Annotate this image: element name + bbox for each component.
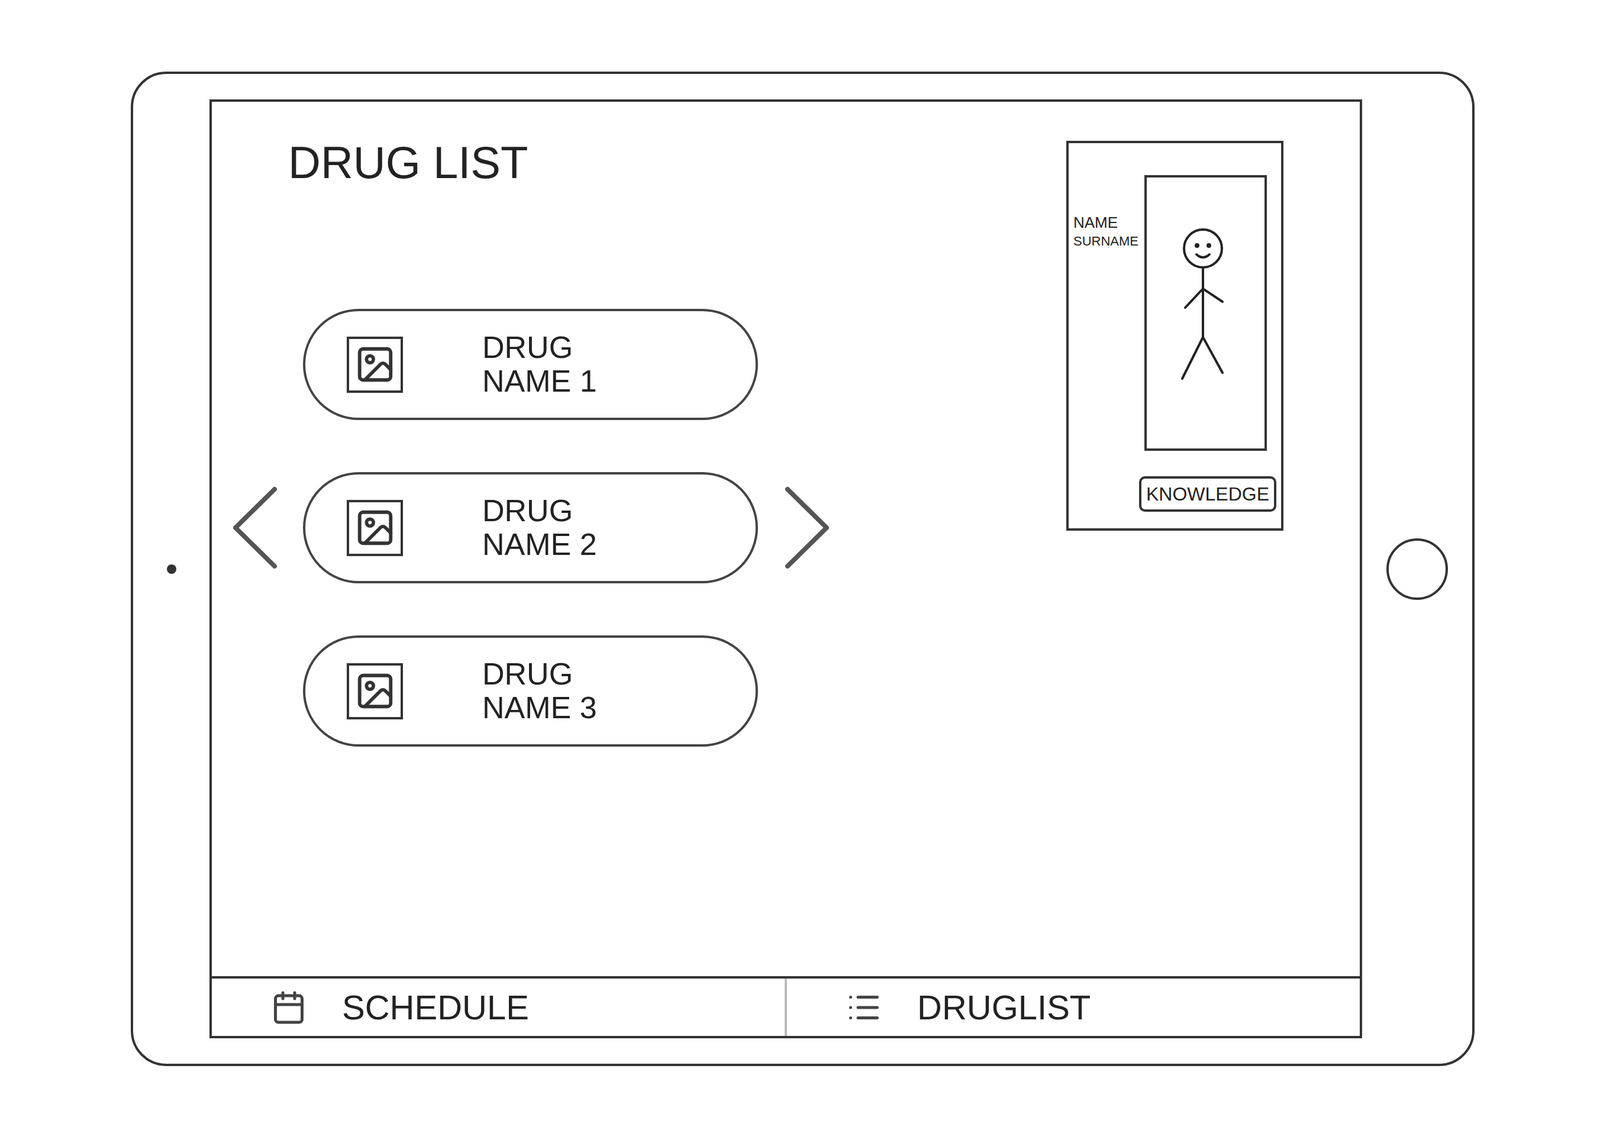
knowledge-button[interactable]: KNOWLEDGE xyxy=(1139,476,1277,512)
camera-area xyxy=(133,564,210,574)
drug-carousel: DRUGNAME 1DRUGNAME 2DRUGNAME 3 xyxy=(229,308,833,747)
first-name: NAME xyxy=(1073,213,1145,234)
drug-name-line: NAME 3 xyxy=(482,691,598,725)
drug-image-icon xyxy=(346,663,403,720)
drug-name: DRUGNAME 3 xyxy=(482,657,598,725)
drug-name-line: NAME 1 xyxy=(482,364,598,399)
profile-name: NAMESURNAME xyxy=(1073,147,1145,477)
tab-label: SCHEDULE xyxy=(342,990,529,1025)
surname: SURNAME xyxy=(1073,233,1145,251)
calendar-icon xyxy=(271,989,307,1026)
avatar-frame xyxy=(1144,175,1267,451)
drug-name-line: DRUG xyxy=(482,330,598,365)
tab-item[interactable]: DRUGLIST xyxy=(784,978,1360,1037)
tab-label: DRUGLIST xyxy=(917,990,1091,1025)
profile-card: NAMESURNAMEKNOWLEDGE xyxy=(1066,140,1284,531)
tablet-frame: DRUG LISTDRUGNAME 1DRUGNAME 2DRUGNAME 3N… xyxy=(130,71,1475,1067)
profile-body: NAMESURNAME xyxy=(1073,147,1277,477)
main-area: DRUG LISTDRUGNAME 1DRUGNAME 2DRUGNAME 3N… xyxy=(211,101,1360,977)
screen: DRUG LISTDRUGNAME 1DRUGNAME 2DRUGNAME 3N… xyxy=(209,99,1363,1039)
drug-image-icon xyxy=(346,500,403,557)
list-icon xyxy=(846,989,882,1026)
home-area xyxy=(1362,538,1473,600)
drug-name-line: NAME 2 xyxy=(482,527,598,562)
drug-card[interactable]: DRUGNAME 2 xyxy=(302,472,758,584)
next-arrow-area xyxy=(781,484,833,572)
tab-item[interactable]: SCHEDULE xyxy=(211,978,785,1037)
drug-card[interactable]: DRUGNAME 1 xyxy=(302,308,758,421)
next-arrow-icon[interactable] xyxy=(781,484,833,572)
profile-actions: KNOWLEDGE xyxy=(1073,476,1277,524)
drug-card[interactable]: DRUGNAME 3 xyxy=(302,635,758,747)
drug-name: DRUGNAME 2 xyxy=(482,494,598,562)
drug-list-section: DRUG LISTDRUGNAME 1DRUGNAME 2DRUGNAME 3 xyxy=(211,101,833,977)
page: DRUG LISTDRUGNAME 1DRUGNAME 2DRUGNAME 3N… xyxy=(0,0,1600,1143)
tab-bar: SCHEDULE DRUGLIST xyxy=(211,976,1360,1037)
drug-name-line: DRUG xyxy=(482,494,598,528)
drug-image-icon xyxy=(346,336,403,393)
drug-cards: DRUGNAME 1DRUGNAME 2DRUGNAME 3 xyxy=(302,308,758,747)
camera-dot xyxy=(166,564,177,574)
page-title: DRUG LIST xyxy=(288,134,833,191)
drug-name: DRUGNAME 1 xyxy=(482,330,598,399)
previous-arrow-icon[interactable] xyxy=(229,484,281,572)
person-icon xyxy=(1170,218,1242,397)
home-button[interactable] xyxy=(1386,538,1448,600)
drug-name-line: DRUG xyxy=(482,657,598,692)
